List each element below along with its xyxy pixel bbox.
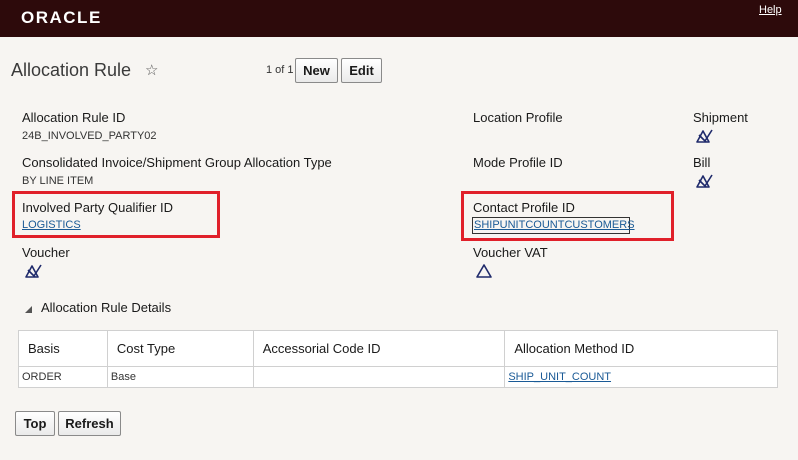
unchecked-icon bbox=[696, 129, 713, 143]
allocation-rule-id-value: 24B_INVOLVED_PARTY02 bbox=[22, 130, 157, 142]
table-header-row: Basis Cost Type Accessorial Code ID Allo… bbox=[18, 330, 778, 367]
involved-party-qualifier-link[interactable]: LOGISTICS bbox=[22, 219, 81, 231]
cell-allocation-method: SHIP_UNIT_COUNT bbox=[504, 366, 778, 388]
shipment-label: Shipment bbox=[693, 110, 748, 125]
refresh-button[interactable]: Refresh bbox=[58, 411, 121, 436]
involved-party-qualifier-label: Involved Party Qualifier ID bbox=[22, 200, 174, 215]
voucher-vat-label: Voucher VAT bbox=[473, 245, 548, 260]
consolidated-allocation-type-value: BY LINE ITEM bbox=[22, 175, 94, 187]
cell-cost-type: Base bbox=[106, 366, 254, 388]
unchecked-icon bbox=[25, 264, 42, 278]
new-button[interactable]: New bbox=[295, 58, 338, 83]
allocation-method-link[interactable]: SHIP_UNIT_COUNT bbox=[508, 371, 611, 383]
column-header-accessorial-code-id[interactable]: Accessorial Code ID bbox=[252, 330, 506, 367]
top-header-bar: ORACLE Help bbox=[0, 0, 798, 37]
record-pager: 1 of 1 bbox=[266, 64, 294, 76]
allocation-rule-id-label: Allocation Rule ID bbox=[22, 110, 126, 125]
table-row: ORDER Base SHIP_UNIT_COUNT bbox=[18, 366, 778, 388]
collapse-triangle-icon bbox=[25, 305, 32, 313]
oracle-logo: ORACLE bbox=[21, 8, 102, 27]
cell-accessorial-code bbox=[252, 366, 506, 388]
unchecked-icon bbox=[696, 174, 713, 188]
section-title: Allocation Rule Details bbox=[41, 300, 172, 315]
help-link[interactable]: Help bbox=[759, 4, 782, 16]
voucher-label: Voucher bbox=[22, 245, 70, 260]
bill-label: Bill bbox=[693, 155, 711, 170]
top-button[interactable]: Top bbox=[15, 411, 55, 436]
warning-triangle-icon bbox=[476, 264, 492, 278]
cell-basis: ORDER bbox=[18, 366, 108, 388]
column-header-allocation-method-id[interactable]: Allocation Method ID bbox=[504, 330, 778, 367]
favorite-star-icon[interactable]: ☆ bbox=[145, 61, 158, 79]
page-title: Allocation Rule bbox=[11, 60, 132, 80]
column-header-basis[interactable]: Basis bbox=[18, 330, 108, 367]
contact-profile-id-label: Contact Profile ID bbox=[473, 200, 575, 215]
edit-button[interactable]: Edit bbox=[341, 58, 382, 83]
location-profile-label: Location Profile bbox=[473, 110, 563, 125]
consolidated-allocation-type-label: Consolidated Invoice/Shipment Group Allo… bbox=[22, 155, 332, 170]
allocation-details-table: Basis Cost Type Accessorial Code ID Allo… bbox=[18, 330, 778, 388]
mode-profile-id-label: Mode Profile ID bbox=[473, 155, 563, 170]
contact-profile-id-link[interactable]: SHIPUNITCOUNTCUSTOMERS bbox=[474, 219, 635, 231]
allocation-rule-details-toggle[interactable]: Allocation Rule Details bbox=[25, 300, 171, 315]
column-header-cost-type[interactable]: Cost Type bbox=[106, 330, 254, 367]
